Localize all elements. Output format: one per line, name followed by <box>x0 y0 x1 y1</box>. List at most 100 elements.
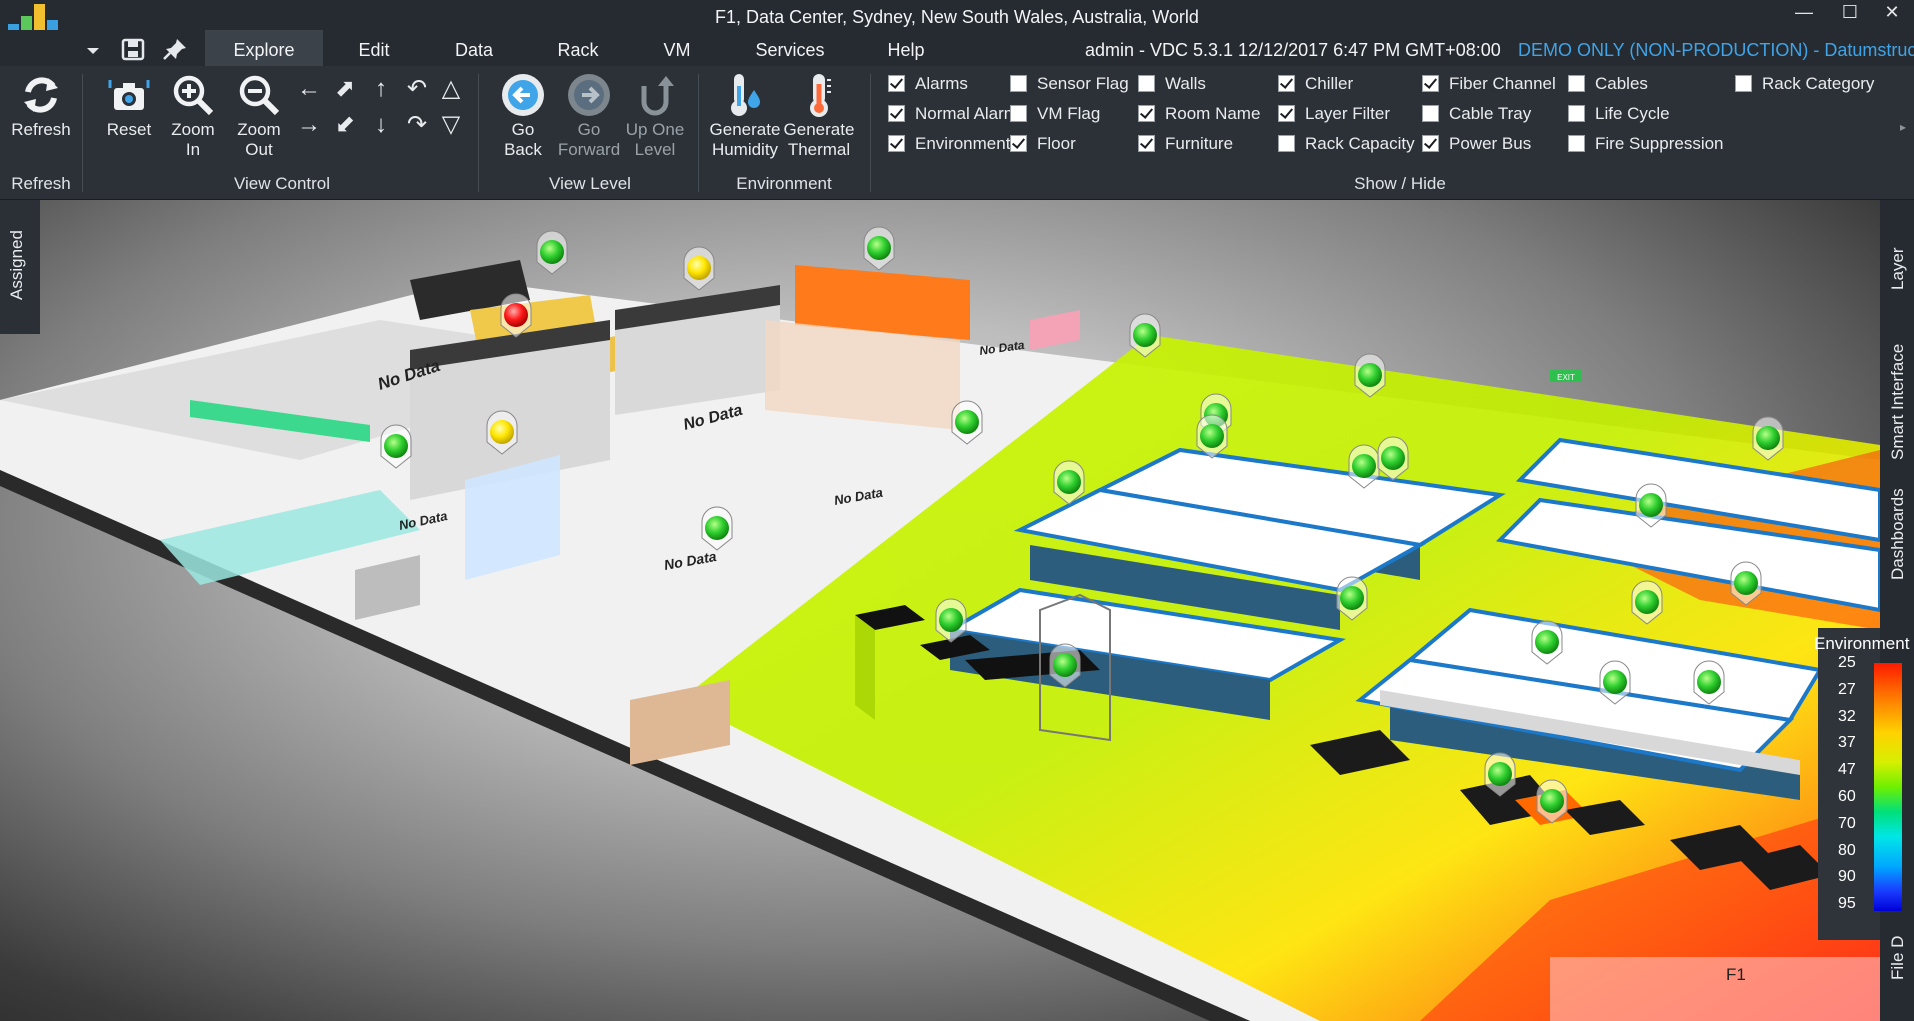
reset-view-button[interactable]: Reset <box>96 72 162 140</box>
menu-bar: Explore Edit Data Rack VM Services Help … <box>0 30 1914 66</box>
title-bar: F1, Data Center, Sydney, New South Wales… <box>0 0 1914 48</box>
tab-layer[interactable]: Layer <box>1888 247 1908 290</box>
humidity-thermometer-icon <box>731 74 760 116</box>
zoom-out-icon <box>239 75 280 116</box>
checkbox-box[interactable] <box>1010 105 1027 122</box>
tab-dashboards[interactable]: Dashboards <box>1888 488 1908 580</box>
tilt-up-icon[interactable]: △ <box>436 74 466 104</box>
ribbon-scroll-right-icon[interactable]: ▸ <box>1900 120 1906 134</box>
zoom-out-button[interactable]: Zoom Out <box>228 72 290 160</box>
legend-value: 90 <box>1838 868 1856 886</box>
demo-banner: DEMO ONLY (NON-PRODUCTION) - Datumstruct <box>1518 40 1914 60</box>
tab-vm[interactable]: VM <box>642 30 712 66</box>
checkbox-box[interactable] <box>1138 75 1155 92</box>
checkbox-box[interactable] <box>1138 135 1155 152</box>
rotate-left-icon[interactable]: ↶ <box>402 74 432 104</box>
up-level-label-1: Up One <box>625 120 685 139</box>
ribbon-divider <box>870 74 871 192</box>
zoom-in-label-2: In <box>185 140 201 159</box>
generate-humidity-button[interactable]: Generate Humidity <box>708 72 782 160</box>
3d-floor-viewport[interactable]: EXIT No Data No Data No Data No Data No … <box>0 200 1880 1021</box>
checkbox-box[interactable] <box>1278 105 1295 122</box>
refresh-icon <box>24 77 58 113</box>
go-back-label-1: Go <box>511 120 535 139</box>
tab-help[interactable]: Help <box>872 30 940 66</box>
checkbox-box[interactable] <box>888 135 905 152</box>
tab-services[interactable]: Services <box>740 30 840 66</box>
tab-edit[interactable]: Edit <box>338 30 410 66</box>
dropdown-arrow-icon[interactable] <box>80 37 106 61</box>
checkbox-box[interactable] <box>1010 75 1027 92</box>
legend-value: 80 <box>1838 841 1856 859</box>
legend-value: 70 <box>1838 814 1856 832</box>
rotate-right-icon[interactable]: ↷ <box>402 110 432 140</box>
tab-file-d[interactable]: File D <box>1888 936 1908 980</box>
up-one-level-button[interactable]: Up One Level <box>620 72 690 160</box>
tilt-down-icon[interactable]: ▽ <box>436 110 466 140</box>
pin-icon[interactable] <box>162 37 188 61</box>
maximize-button[interactable]: ☐ <box>1828 0 1872 28</box>
minimize-button[interactable]: — <box>1782 0 1826 28</box>
checkbox-box[interactable] <box>1010 135 1027 152</box>
zoom-in-label-1: Zoom <box>171 120 215 139</box>
go-back-label-2: Back <box>504 140 542 159</box>
go-forward-button[interactable]: Go Forward <box>556 72 622 160</box>
checkbox-label: Environment <box>915 134 1011 153</box>
humidity-label-2: Humidity <box>711 140 779 159</box>
zoom-in-button[interactable]: Zoom In <box>162 72 224 160</box>
checkbox-box[interactable] <box>1568 135 1585 152</box>
thermal-label-2: Thermal <box>787 140 851 159</box>
checkbox-box[interactable] <box>1278 75 1295 92</box>
pan-down-icon[interactable]: ↓ <box>366 110 396 140</box>
checkbox-box[interactable] <box>888 75 905 92</box>
pan-up-icon[interactable]: ↑ <box>366 74 396 104</box>
refresh-label: Refresh <box>11 120 71 139</box>
ribbon-divider <box>82 74 83 192</box>
tab-rack[interactable]: Rack <box>540 30 616 66</box>
alarm-normal-icon[interactable] <box>536 230 568 275</box>
legend-value: 25 <box>1838 654 1856 671</box>
checkbox-box[interactable] <box>1735 75 1752 92</box>
tab-smart-interface[interactable]: Smart Interface <box>1888 344 1908 460</box>
checkbox-label: VM Flag <box>1037 104 1101 123</box>
go-back-icon <box>502 74 544 116</box>
checkbox-label: Floor <box>1037 134 1076 153</box>
refresh-button[interactable]: Refresh <box>8 72 74 140</box>
checkbox-label: Room Name <box>1165 104 1261 123</box>
checkbox-label: Alarms <box>915 74 968 93</box>
pan-left-icon[interactable]: ← <box>294 74 324 104</box>
checkbox-label: Sensor Flag <box>1037 74 1129 93</box>
ribbon: Refresh Refresh Reset Zoom In Zoom Out ←… <box>0 66 1914 200</box>
exit-sign-text: EXIT <box>1557 373 1575 382</box>
generate-thermal-button[interactable]: Generate Thermal <box>782 72 856 160</box>
pan-up-right-icon[interactable]: ⬈ <box>330 74 360 104</box>
checkbox-box[interactable] <box>1422 105 1439 122</box>
save-icon[interactable] <box>120 37 146 61</box>
checkbox-box[interactable] <box>1422 75 1439 92</box>
humidity-label-1: Generate <box>709 120 781 139</box>
alarm-warning-icon[interactable] <box>683 246 715 291</box>
checkbox-box[interactable] <box>1422 135 1439 152</box>
legend-value: 27 <box>1838 680 1856 698</box>
tab-explore[interactable]: Explore <box>205 30 323 66</box>
legend-color-scale <box>1874 663 1902 911</box>
floor-label-box <box>1550 957 1880 1021</box>
zoom-out-label-1: Zoom <box>237 120 281 139</box>
tab-data[interactable]: Data <box>436 30 512 66</box>
checkbox-box[interactable] <box>1138 105 1155 122</box>
checkbox-box[interactable] <box>888 105 905 122</box>
pan-right-icon[interactable]: → <box>294 110 324 140</box>
up-level-label-2: Level <box>634 140 676 159</box>
go-back-button[interactable]: Go Back <box>490 72 556 160</box>
alarm-normal-icon[interactable] <box>863 226 895 271</box>
floor-label: F1 <box>1726 965 1746 984</box>
assigned-side-tab[interactable]: Assigned <box>0 200 40 334</box>
go-forward-label-1: Go <box>577 120 601 139</box>
close-button[interactable]: ✕ <box>1870 0 1914 28</box>
checkbox-label: Chiller <box>1305 74 1354 93</box>
ribbon-divider <box>478 74 479 192</box>
checkbox-box[interactable] <box>1568 75 1585 92</box>
pan-down-left-icon[interactable]: ⬋ <box>330 110 360 140</box>
checkbox-box[interactable] <box>1278 135 1295 152</box>
checkbox-box[interactable] <box>1568 105 1585 122</box>
